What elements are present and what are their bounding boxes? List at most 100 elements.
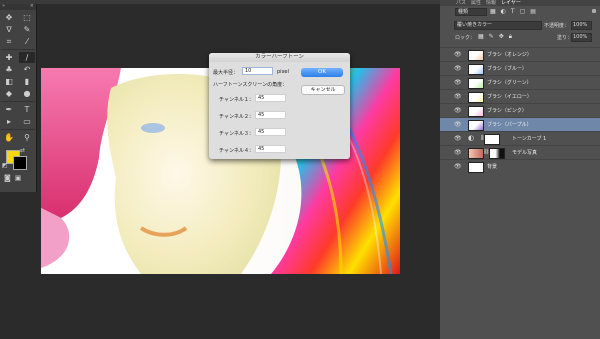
pixel-filter-icon[interactable]: ▦ — [490, 8, 496, 15]
quick-mask-icon[interactable]: ◙ — [4, 174, 11, 182]
selection-tool-icon[interactable]: ⬚ — [19, 12, 35, 23]
layer-name: ブラシ（パープル） — [487, 122, 532, 128]
layer-thumbnail[interactable] — [468, 106, 484, 117]
layer-kind-filter-select[interactable]: 種類 — [455, 8, 487, 16]
visibility-eye-icon[interactable]: 👁︎ — [454, 135, 462, 142]
layer-thumbnail[interactable] — [468, 120, 484, 131]
default-colors-icon[interactable]: ◩ — [2, 162, 8, 169]
close-icon[interactable]: × — [30, 3, 34, 9]
healing-brush-tool-icon[interactable]: ✚ — [1, 52, 17, 63]
blur-tool-icon[interactable]: ◆ — [1, 88, 17, 99]
path-select-tool-icon[interactable]: ▸ — [1, 116, 17, 127]
opacity-label: 不透明度： — [544, 23, 570, 29]
layer-thumbnail[interactable] — [468, 78, 484, 89]
blend-mode-select[interactable]: 覆い焼きカラー — [454, 21, 542, 30]
crop-tool-icon[interactable]: ⌗ — [1, 36, 17, 47]
type-filter-icon[interactable]: T — [511, 8, 515, 15]
smart-object-filter-icon[interactable]: ▤ — [530, 8, 536, 15]
lock-pixels-icon[interactable]: ✎ — [489, 33, 494, 41]
layer-name: 背景 — [487, 164, 498, 170]
layer-name: ブラシ（ピンク） — [487, 108, 527, 114]
filter-toggle-icon[interactable] — [592, 9, 596, 13]
channel-1-input[interactable]: 45 — [255, 94, 286, 102]
channel-2-input[interactable]: 45 — [255, 111, 286, 119]
visibility-eye-icon[interactable]: 👁︎ — [454, 79, 462, 86]
shape-tool-icon[interactable]: ▭ — [19, 116, 35, 127]
double-chevron-icon[interactable]: » — [2, 3, 5, 9]
layer-thumbnail[interactable] — [468, 50, 484, 61]
layer-row[interactable]: 👁︎ ブラシ（グリーン） — [440, 75, 600, 89]
layer-name: ブラシ（ブルー） — [487, 66, 527, 72]
tools-panel: » × ✥ ⬚ ᐁ ✎ ⌗ ⁄ ✚ ∕ ♣ ↶ ◧ ▮ ◆ ● ✒ T ▸ ▭ ✋ ⚲ ⇄ ◩ ◙ ▣ — [0, 3, 37, 192]
visibility-eye-icon[interactable]: 👁︎ — [454, 51, 462, 58]
layer-thumbnail[interactable] — [468, 148, 484, 159]
screen-mode-icon[interactable]: ▣ — [15, 174, 22, 182]
hand-tool-icon[interactable]: ✋ — [1, 132, 17, 143]
history-brush-tool-icon[interactable]: ↶ — [19, 64, 35, 75]
fill-input[interactable]: 100% — [571, 33, 592, 42]
document-tab-bar — [0, 0, 440, 4]
max-radius-label: 最大半径： — [213, 70, 239, 76]
visibility-eye-icon[interactable]: 👁︎ — [454, 65, 462, 72]
layer-thumbnail[interactable] — [468, 64, 484, 75]
screen-angle-heading: ハーフトーンスクリーンの角度： — [213, 82, 288, 88]
visibility-eye-icon[interactable]: 👁︎ — [454, 107, 462, 114]
background-color-swatch[interactable] — [13, 156, 27, 170]
adjustment-filter-icon[interactable]: ◐ — [501, 8, 506, 15]
lock-all-icon[interactable]: 🔒︎ — [509, 33, 512, 41]
layers-list: 👁︎ ブラシ（オレンジ） 👁︎ ブラシ（ブルー） 👁︎ ブラシ（グリーン） 👁︎ ブラシ（イエ… — [440, 47, 600, 173]
dodge-tool-icon[interactable]: ● — [19, 88, 35, 99]
zoom-tool-icon[interactable]: ⚲ — [19, 132, 35, 143]
visibility-eye-icon[interactable]: 👁︎ — [454, 149, 462, 156]
max-radius-input[interactable]: 10 — [242, 67, 273, 75]
clone-stamp-tool-icon[interactable]: ♣ — [1, 64, 17, 75]
layer-mask-thumbnail[interactable] — [484, 134, 500, 145]
lock-transparency-icon[interactable]: ▦ — [478, 33, 484, 41]
layer-row[interactable]: 👁︎ ブラシ（オレンジ） — [440, 47, 600, 61]
channel-3-input[interactable]: 45 — [255, 128, 286, 136]
layer-mask-thumbnail[interactable] — [489, 148, 505, 159]
move-tool-icon[interactable]: ✥ — [1, 12, 17, 23]
type-tool-icon[interactable]: T — [19, 104, 35, 115]
gradient-tool-icon[interactable]: ▮ — [19, 76, 35, 87]
layer-name: ブラシ（イエロー） — [487, 94, 532, 100]
tools-panel-header: » × — [0, 3, 36, 10]
channel-4-input[interactable]: 45 — [255, 145, 286, 153]
tool-separator — [1, 101, 35, 102]
lasso-tool-icon[interactable]: ᐁ — [1, 24, 17, 35]
lock-position-icon[interactable]: ✥ — [499, 33, 504, 41]
color-swatches: ⇄ ◩ — [0, 147, 36, 172]
shape-filter-icon[interactable]: ▢ — [520, 8, 526, 15]
layer-thumbnail[interactable] — [468, 92, 484, 103]
eyedropper-tool-icon[interactable]: ⁄ — [19, 36, 35, 47]
visibility-eye-icon[interactable]: 👁︎ — [454, 121, 462, 128]
tool-separator — [1, 129, 35, 130]
layer-row[interactable]: 👁︎◐⛓トーンカーブ 1 — [440, 131, 600, 145]
channel-1-label: チャンネル１： — [219, 97, 254, 103]
layer-row[interactable]: 👁︎ ブラシ（ピンク） — [440, 103, 600, 117]
quick-select-tool-icon[interactable]: ✎ — [19, 24, 35, 35]
curves-adjustment-icon: ◐ — [468, 134, 475, 142]
channel-3-label: チャンネル３： — [219, 131, 254, 137]
tool-separator — [1, 49, 35, 50]
ok-button[interactable]: OK — [301, 68, 343, 77]
layer-row[interactable]: 👁︎ ブラシ（イエロー） — [440, 89, 600, 103]
layer-row[interactable]: 👁︎ ブラシ（ブルー） — [440, 61, 600, 75]
opacity-input[interactable]: 100% — [571, 21, 592, 30]
eraser-tool-icon[interactable]: ◧ — [1, 76, 17, 87]
layer-row[interactable]: 👁︎ ブラシ（パープル） — [440, 117, 600, 131]
fill-label: 塗り： — [557, 35, 573, 41]
visibility-eye-icon[interactable]: 👁︎ — [454, 163, 462, 170]
max-radius-unit: pixel — [277, 69, 289, 75]
layer-row[interactable]: 👁︎ ⛓ モデル写真 — [440, 145, 600, 159]
channel-4-label: チャンネル４： — [219, 148, 254, 154]
visibility-eye-icon[interactable]: 👁︎ — [454, 93, 462, 100]
tool-grid: ✥ ⬚ ᐁ ✎ ⌗ ⁄ ✚ ∕ ♣ ↶ ◧ ▮ ◆ ● ✒ T ▸ ▭ ✋ ⚲ — [0, 10, 36, 145]
layer-row[interactable]: 👁︎ 背景 — [440, 159, 600, 173]
pen-tool-icon[interactable]: ✒ — [1, 104, 17, 115]
cancel-button[interactable]: キャンセル — [301, 85, 345, 95]
layer-thumbnail[interactable] — [468, 162, 484, 173]
layer-name: トーンカーブ 1 — [512, 136, 547, 142]
swap-colors-icon[interactable]: ⇄ — [20, 147, 25, 154]
brush-tool-icon[interactable]: ∕ — [19, 52, 35, 63]
